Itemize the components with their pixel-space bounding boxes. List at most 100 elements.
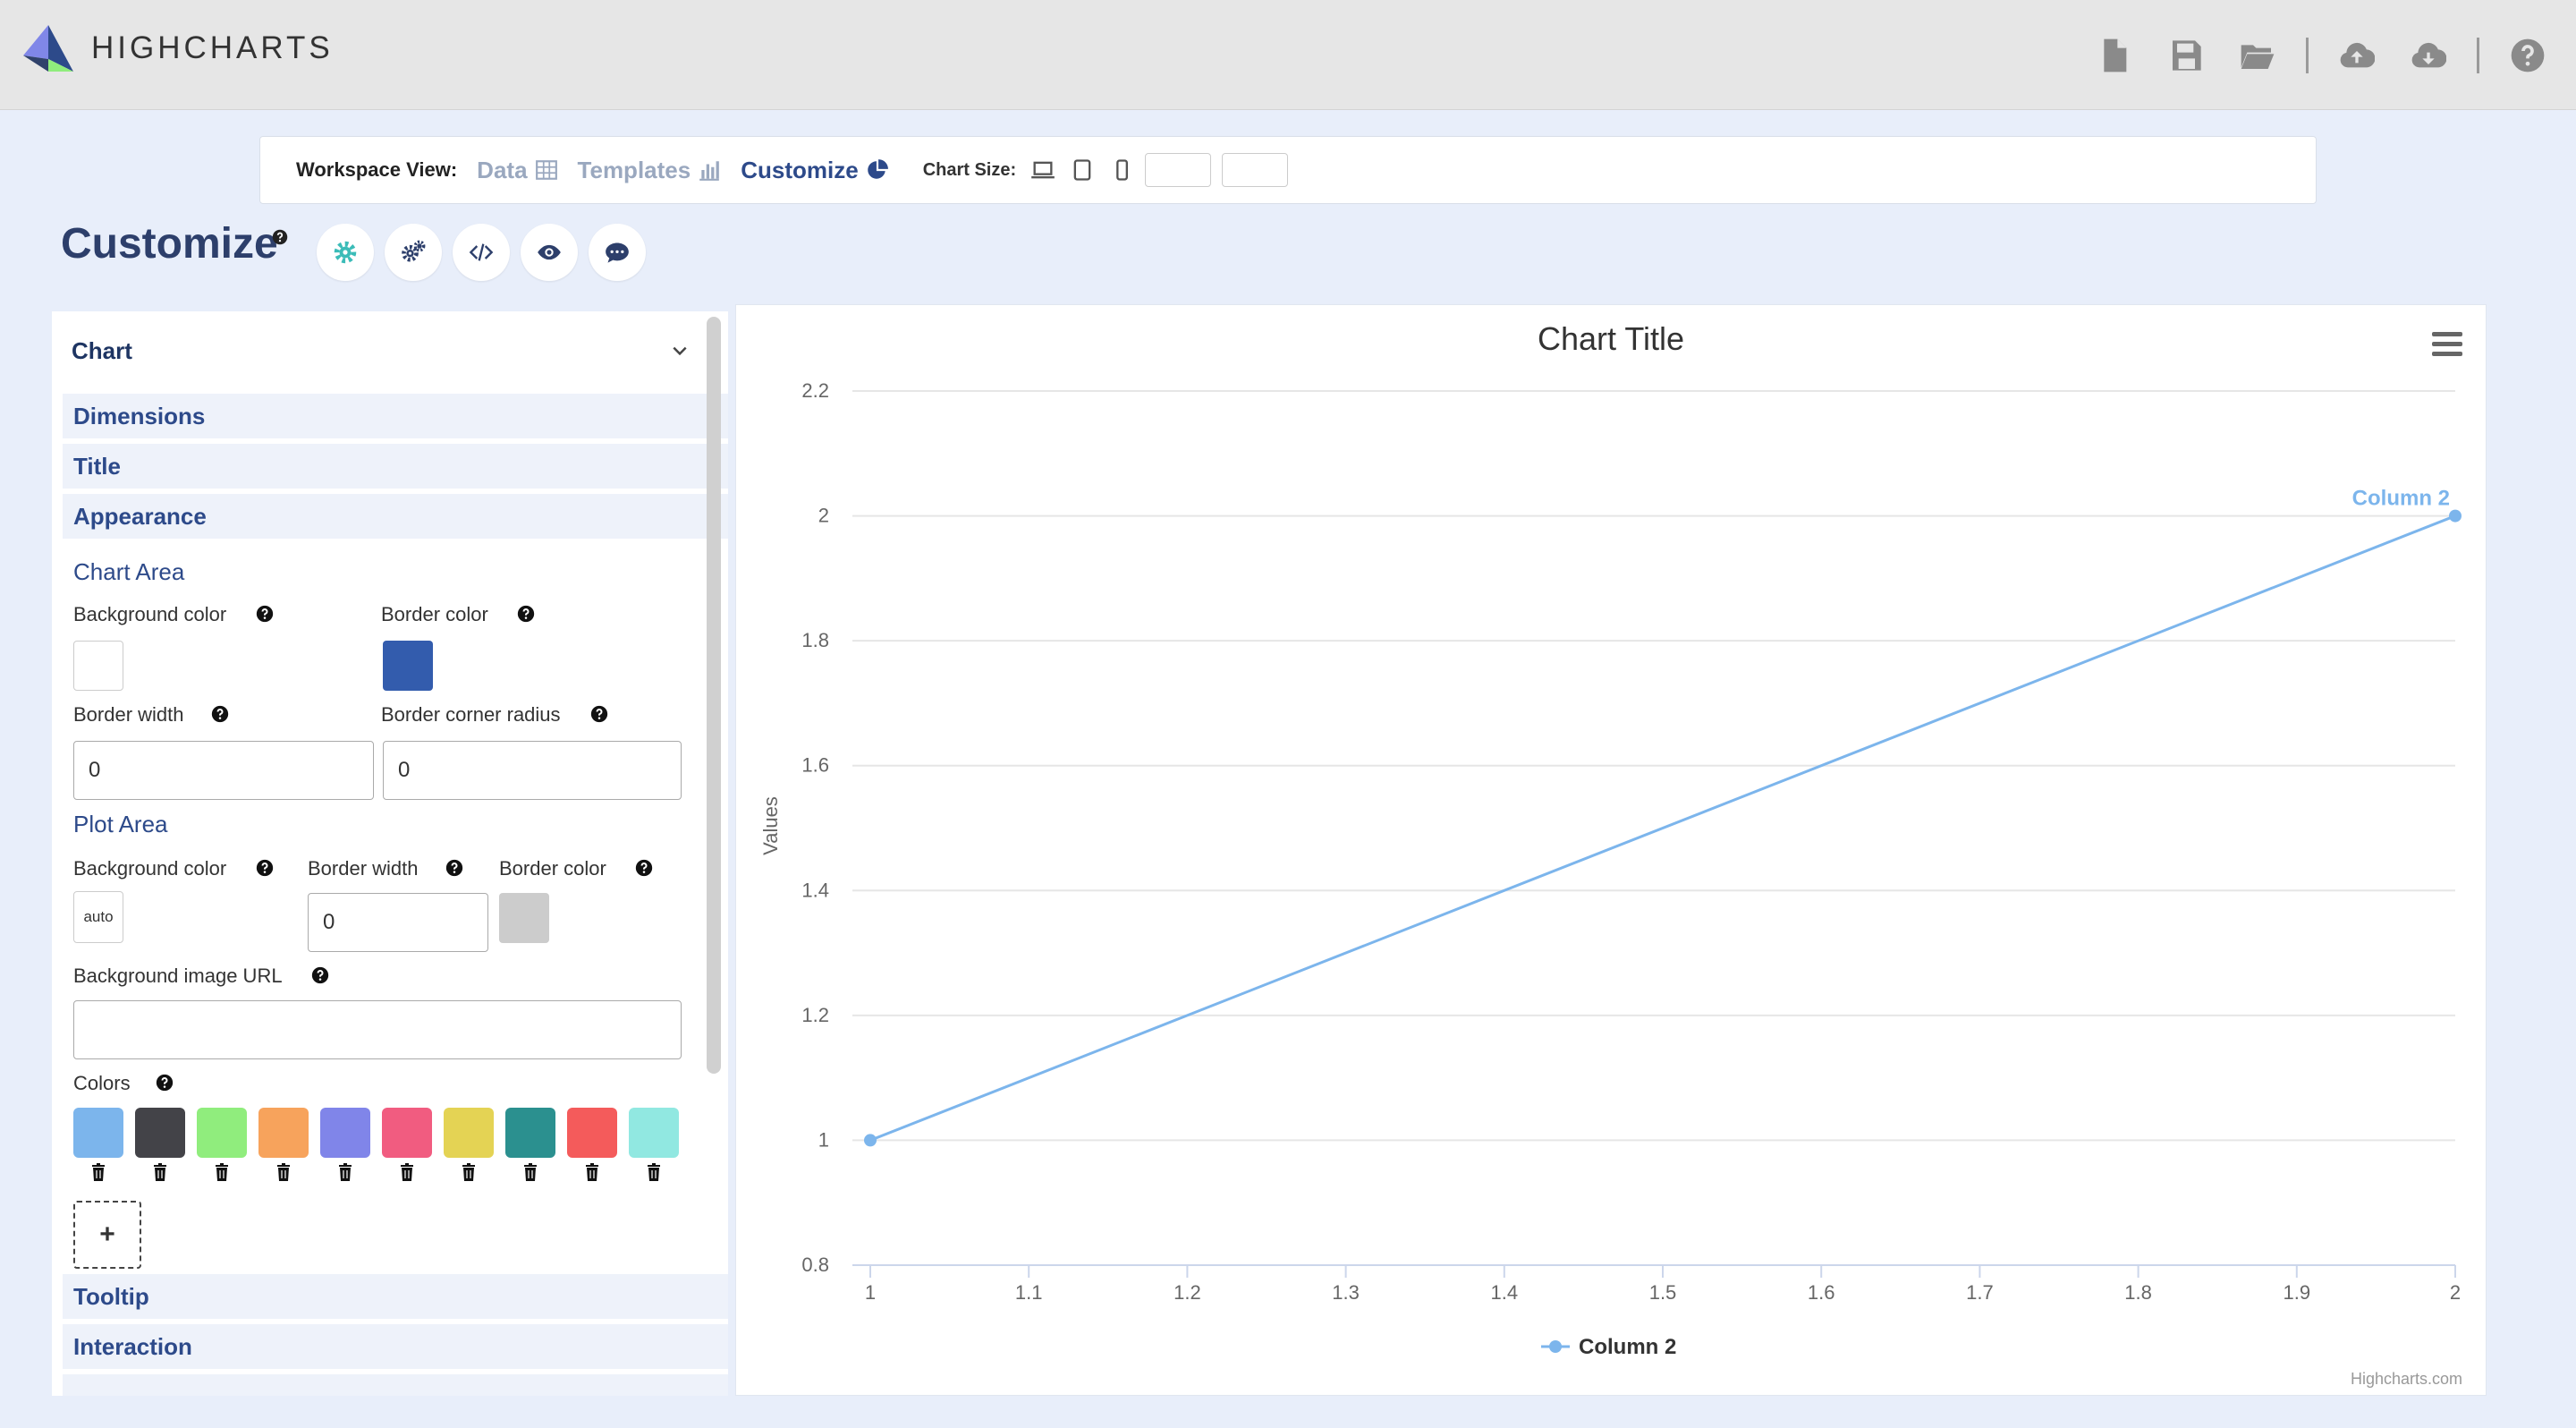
plot-bg-auto-button[interactable]: auto bbox=[73, 891, 123, 943]
color-swatch[interactable] bbox=[135, 1108, 185, 1158]
new-file-icon[interactable] bbox=[2091, 32, 2138, 79]
x-tick-label: 1.5 bbox=[1649, 1281, 1677, 1304]
x-tick-label: 1.6 bbox=[1808, 1281, 1835, 1304]
help-icon[interactable] bbox=[156, 1074, 174, 1092]
color-swatch[interactable] bbox=[197, 1108, 247, 1158]
comments-button[interactable] bbox=[589, 224, 646, 281]
help-icon[interactable] bbox=[590, 705, 608, 723]
plot-border-color-label: Border color bbox=[499, 857, 606, 880]
y-tick-label: 1.2 bbox=[801, 1004, 829, 1026]
tablet-icon[interactable] bbox=[1070, 157, 1095, 183]
line-chart: 0.8 1 1.2 1.4 1.6 1.8 2 2.2 1 1.1 1.2 1.3 1.4 1.5 1.6… bbox=[759, 320, 2462, 1388]
trash-icon[interactable] bbox=[462, 1163, 476, 1181]
color-swatch[interactable] bbox=[73, 1108, 123, 1158]
x-tick-label: 1.2 bbox=[1174, 1281, 1201, 1304]
help-icon[interactable] bbox=[211, 705, 229, 723]
series-end-label: Column 2 bbox=[2352, 487, 2450, 511]
color-swatch[interactable] bbox=[382, 1108, 432, 1158]
section-interaction[interactable]: Interaction bbox=[63, 1324, 728, 1371]
workspace-tab-customize[interactable]: Customize bbox=[741, 157, 888, 184]
y-tick-label: 0.8 bbox=[801, 1254, 829, 1276]
help-icon[interactable] bbox=[256, 605, 274, 623]
trash-icon[interactable] bbox=[400, 1163, 414, 1181]
color-swatch[interactable] bbox=[629, 1108, 679, 1158]
add-color-button[interactable]: + bbox=[73, 1201, 141, 1269]
section-dimensions[interactable]: Dimensions bbox=[63, 394, 728, 440]
help-icon[interactable] bbox=[517, 605, 535, 623]
data-point[interactable] bbox=[864, 1134, 877, 1147]
trash-icon[interactable] bbox=[523, 1163, 538, 1181]
chart-height-input[interactable] bbox=[1222, 153, 1289, 187]
trash-icon[interactable] bbox=[276, 1163, 291, 1181]
plot-border-color-swatch[interactable] bbox=[499, 893, 549, 943]
plot-bg-image-label: Background image URL bbox=[73, 965, 283, 987]
legend-symbol-marker[interactable] bbox=[1549, 1340, 1562, 1353]
legend-item-label[interactable]: Column 2 bbox=[1579, 1335, 1676, 1359]
toolbar-divider bbox=[2477, 38, 2479, 73]
chevron-down-icon[interactable] bbox=[671, 342, 689, 360]
workspace-view-label: Workspace View: bbox=[296, 158, 458, 181]
help-icon[interactable] bbox=[635, 859, 653, 877]
plot-border-width-input[interactable]: 0 bbox=[308, 893, 488, 952]
section-partial[interactable] bbox=[63, 1374, 728, 1396]
gear-icon bbox=[334, 241, 357, 264]
x-tick-label: 1 bbox=[865, 1281, 876, 1304]
plot-bg-image-input[interactable] bbox=[73, 1000, 682, 1059]
chart-title: Chart Title bbox=[1538, 320, 1684, 357]
y-tick-label: 1.8 bbox=[801, 629, 829, 651]
chart-size-label: Chart Size: bbox=[922, 159, 1017, 180]
trash-icon[interactable] bbox=[153, 1163, 167, 1181]
color-swatch[interactable] bbox=[258, 1108, 309, 1158]
trash-icon[interactable] bbox=[91, 1163, 106, 1181]
simple-settings-button[interactable] bbox=[317, 224, 374, 281]
hamburger-menu-icon[interactable] bbox=[2432, 332, 2462, 356]
color-swatch[interactable] bbox=[320, 1108, 370, 1158]
help-icon[interactable] bbox=[2504, 32, 2551, 79]
color-swatch[interactable] bbox=[444, 1108, 494, 1158]
trash-icon[interactable] bbox=[215, 1163, 229, 1181]
section-tooltip[interactable]: Tooltip bbox=[63, 1274, 728, 1321]
panel-scrollbar[interactable] bbox=[707, 317, 721, 1074]
y-tick-label: 1 bbox=[818, 1128, 829, 1151]
open-folder-icon[interactable] bbox=[2234, 32, 2281, 79]
plot-area-heading: Plot Area bbox=[73, 811, 168, 837]
advanced-settings-button[interactable] bbox=[385, 224, 442, 281]
help-icon[interactable] bbox=[256, 859, 274, 877]
chart-border-width-label: Border width bbox=[73, 703, 184, 726]
y-tick-label: 1.6 bbox=[801, 754, 829, 777]
panel-header-chart[interactable]: Chart bbox=[52, 311, 705, 390]
chart-border-color-swatch[interactable] bbox=[383, 641, 433, 691]
help-icon[interactable] bbox=[272, 229, 288, 245]
brand-name: HIGHCHARTS bbox=[91, 30, 334, 65]
section-title[interactable]: Title bbox=[63, 444, 728, 490]
help-icon[interactable] bbox=[445, 859, 463, 877]
color-swatch[interactable] bbox=[505, 1108, 555, 1158]
laptop-icon[interactable] bbox=[1030, 157, 1055, 183]
chart-border-width-input[interactable]: 0 bbox=[73, 741, 374, 800]
workspace-tab-templates[interactable]: Templates bbox=[578, 157, 722, 184]
trash-icon[interactable] bbox=[338, 1163, 352, 1181]
trash-icon[interactable] bbox=[585, 1163, 599, 1181]
chart-bg-color-swatch[interactable] bbox=[73, 641, 123, 691]
series-line[interactable] bbox=[869, 514, 2456, 1142]
cloud-download-icon[interactable] bbox=[2405, 32, 2452, 79]
phone-icon[interactable] bbox=[1109, 157, 1134, 183]
x-tick-label: 1.4 bbox=[1491, 1281, 1519, 1304]
color-swatch[interactable] bbox=[567, 1108, 617, 1158]
save-icon[interactable] bbox=[2163, 32, 2209, 79]
code-view-button[interactable] bbox=[453, 224, 510, 281]
help-icon[interactable] bbox=[311, 966, 329, 984]
x-tick-label: 1.9 bbox=[2284, 1281, 2311, 1304]
cloud-upload-icon[interactable] bbox=[2334, 32, 2380, 79]
code-icon bbox=[469, 243, 494, 261]
data-point[interactable] bbox=[2449, 509, 2462, 523]
workspace-tab-data[interactable]: Data bbox=[477, 157, 557, 184]
chart-border-radius-input[interactable]: 0 bbox=[383, 741, 682, 800]
trash-icon[interactable] bbox=[647, 1163, 661, 1181]
section-appearance[interactable]: Appearance bbox=[63, 494, 728, 540]
table-icon bbox=[535, 160, 557, 180]
chart-credits[interactable]: Highcharts.com bbox=[2351, 1370, 2462, 1388]
colors-label: Colors bbox=[73, 1072, 131, 1094]
preview-button[interactable] bbox=[521, 224, 578, 281]
chart-width-input[interactable] bbox=[1145, 153, 1212, 187]
